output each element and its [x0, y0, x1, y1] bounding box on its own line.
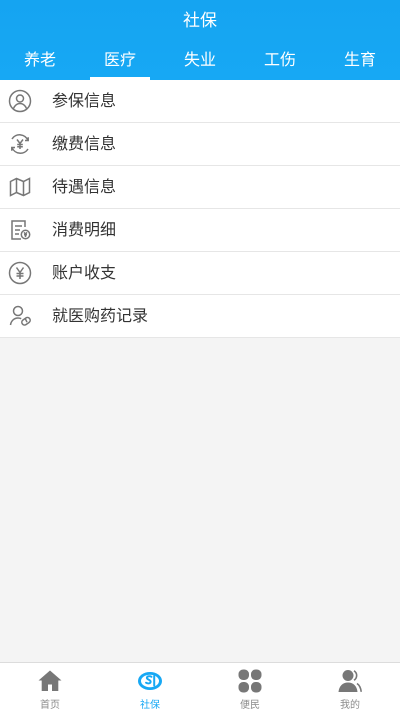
tab-label: 首页	[40, 700, 60, 711]
bottom-tab-bar: 首页 社保 便民 我的	[0, 662, 400, 711]
tab-label: 我的	[340, 700, 360, 711]
list-item-label: 就医购药记录	[52, 306, 149, 325]
tab-convenience[interactable]: 便民	[200, 663, 300, 711]
tab-label: 社保	[140, 700, 160, 711]
tab-home[interactable]: 首页	[0, 663, 100, 711]
menu-list: 参保信息 缴费信息 待遇信息 消费明细 账户收支 就医购药记录	[0, 80, 400, 338]
list-item-benefit-info[interactable]: 待遇信息	[0, 166, 400, 209]
tab-unemployment[interactable]: 失业	[160, 42, 240, 80]
list-item-label: 账户收支	[52, 263, 117, 282]
app-header: 社保 养老 医疗 失业 工伤 生育	[0, 0, 400, 80]
yuan-refresh-icon	[11, 134, 29, 154]
tab-mine[interactable]: 我的	[300, 663, 400, 711]
page-title: 社保	[183, 11, 217, 31]
list-item-label: 待遇信息	[52, 177, 117, 196]
person-pill-icon	[9, 305, 31, 326]
person-icon	[8, 89, 32, 113]
yuan-circle-icon	[8, 261, 32, 285]
map-icon	[9, 177, 31, 197]
list-item-medical-purchase-records[interactable]: 就医购药记录	[0, 295, 400, 338]
grid-icon	[238, 669, 262, 693]
list-item-label: 缴费信息	[52, 134, 117, 153]
list-item-payment-info[interactable]: 缴费信息	[0, 123, 400, 166]
list-item-enrollment-info[interactable]: 参保信息	[0, 80, 400, 123]
tab-label: 便民	[240, 700, 260, 711]
social-security-icon	[138, 672, 162, 690]
bill-icon	[11, 220, 31, 240]
tab-work-injury[interactable]: 工伤	[240, 42, 320, 80]
list-item-label: 参保信息	[52, 91, 117, 110]
list-item-consumption-details[interactable]: 消费明细	[0, 209, 400, 252]
tab-medical[interactable]: 医疗	[80, 42, 160, 80]
list-item-account-balance[interactable]: 账户收支	[0, 252, 400, 295]
home-icon	[38, 670, 62, 691]
tab-maternity[interactable]: 生育	[320, 42, 400, 80]
list-item-label: 消费明细	[52, 220, 117, 239]
category-tabs: 养老 医疗 失业 工伤 生育	[0, 42, 400, 80]
tab-social-security[interactable]: 社保	[100, 663, 200, 711]
user-icon	[338, 670, 362, 692]
tab-pension[interactable]: 养老	[0, 42, 80, 80]
